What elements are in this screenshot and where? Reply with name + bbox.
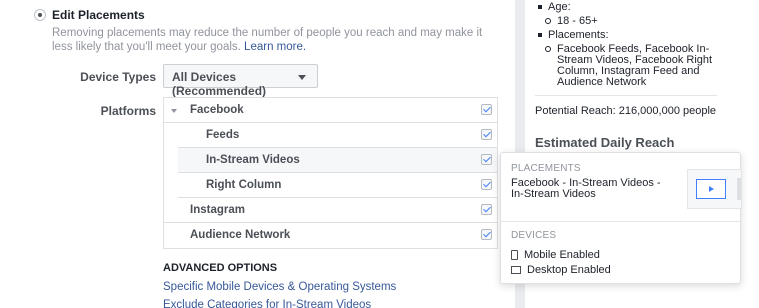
placement-preview-thumbnail	[687, 169, 742, 209]
collapse-triangle-icon[interactable]	[171, 109, 177, 113]
platform-label: Right Column	[206, 179, 282, 191]
age-item: Age:	[538, 2, 712, 13]
instagram-checkbox[interactable]	[481, 204, 492, 215]
desktop-enabled-row: Desktop Enabled	[511, 264, 611, 276]
mobile-devices-link[interactable]: Specific Mobile Devices & Operating Syst…	[163, 281, 396, 293]
placements-value-item: Facebook Feeds, Facebook In- Stream Vide…	[538, 44, 712, 88]
estimated-daily-reach-title: Estimated Daily Reach	[535, 135, 675, 150]
edit-placements-title: Edit Placements	[52, 8, 145, 22]
platform-label: Feeds	[206, 129, 240, 141]
potential-reach: Potential Reach: 216,000,000 people	[535, 105, 717, 117]
preview-edge	[737, 178, 741, 200]
edit-placements-description: Removing placements may reduce the numbe…	[52, 26, 492, 54]
advanced-options-title: ADVANCED OPTIONS	[163, 262, 278, 274]
platform-row-audience-network[interactable]: Audience Network	[164, 223, 497, 248]
popup-placements-title: PLACEMENTS	[511, 163, 581, 174]
device-types-value: All Devices (Recommended)	[172, 70, 267, 98]
platform-label: In-Stream Videos	[206, 154, 300, 166]
learn-more-link[interactable]: Learn more.	[244, 41, 306, 53]
device-types-dropdown[interactable]: All Devices (Recommended)	[163, 64, 318, 98]
platform-row-instagram[interactable]: Instagram	[164, 198, 497, 223]
video-play-icon	[696, 179, 726, 199]
desktop-monitor-icon	[511, 266, 521, 275]
audience-summary-list: Age: 18 - 65+ Placements: Facebook Feeds…	[538, 2, 712, 91]
placements-value-line: Audience Network	[557, 76, 647, 88]
in-stream-videos-checkbox[interactable]	[481, 154, 492, 165]
age-value-item: 18 - 65+	[538, 16, 712, 27]
platform-label: Facebook	[190, 104, 244, 116]
mobile-phone-icon	[511, 250, 518, 261]
facebook-checkbox[interactable]	[481, 104, 492, 115]
platform-label: Audience Network	[190, 229, 291, 241]
age-value: 18 - 65+	[557, 15, 598, 27]
platforms-table: Facebook Feeds In-Stream Videos Right Co…	[163, 97, 498, 249]
platforms-label: Platforms	[100, 104, 156, 118]
placement-preview-popup: PLACEMENTS Facebook - In-Stream Videos -…	[500, 152, 742, 284]
exclude-categories-link[interactable]: Exclude Categories for In-Stream Videos	[163, 299, 371, 308]
mobile-enabled-row: Mobile Enabled	[511, 249, 600, 261]
platform-row-facebook[interactable]: Facebook	[164, 98, 497, 123]
edit-placements-radio[interactable]	[34, 9, 46, 21]
placements-item: Placements:	[538, 30, 712, 41]
platform-row-right-column[interactable]: Right Column	[178, 173, 497, 198]
summary-divider	[535, 95, 717, 96]
device-types-label: Device Types	[80, 70, 156, 84]
platform-row-in-stream-videos[interactable]: In-Stream Videos	[178, 148, 497, 173]
popup-devices-title: DEVICES	[511, 230, 557, 241]
right-column-checkbox[interactable]	[481, 179, 492, 190]
placements-label: Placements:	[548, 29, 609, 41]
audience-network-checkbox[interactable]	[481, 229, 492, 240]
popup-placement-text: Facebook - In-Stream Videos - In-Stream …	[511, 177, 661, 200]
age-label: Age:	[548, 1, 571, 13]
platform-label: Instagram	[190, 204, 245, 216]
chevron-down-icon	[298, 75, 306, 80]
feeds-checkbox[interactable]	[481, 129, 492, 140]
platform-row-feeds[interactable]: Feeds	[178, 123, 497, 148]
popup-divider	[501, 221, 740, 222]
mobile-enabled-label: Mobile Enabled	[524, 249, 600, 261]
desktop-enabled-label: Desktop Enabled	[527, 264, 611, 276]
